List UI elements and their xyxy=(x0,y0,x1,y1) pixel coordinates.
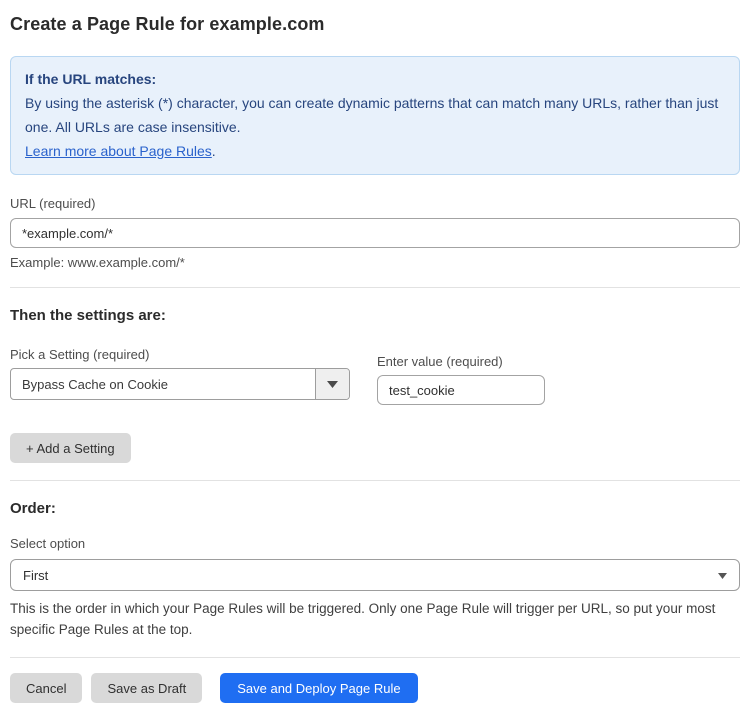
order-select-label: Select option xyxy=(10,536,740,551)
create-page-rule-form: Create a Page Rule for example.com If th… xyxy=(0,0,750,703)
footer-actions: Cancel Save as Draft Save and Deploy Pag… xyxy=(10,673,740,703)
chevron-down-icon[interactable] xyxy=(315,369,349,399)
order-select[interactable]: First xyxy=(10,559,740,591)
divider-middle xyxy=(10,480,740,481)
url-label: URL (required) xyxy=(10,196,740,211)
settings-heading: Then the settings are: xyxy=(10,307,740,324)
setting-select-value: Bypass Cache on Cookie xyxy=(11,369,315,399)
order-helper-text: This is the order in which your Page Rul… xyxy=(10,598,740,640)
divider-top xyxy=(10,287,740,288)
setting-select-group: Pick a Setting (required) Bypass Cache o… xyxy=(10,347,350,400)
url-section: URL (required) Example: www.example.com/… xyxy=(10,196,740,270)
url-match-info-box: If the URL matches: By using the asteris… xyxy=(10,56,740,175)
order-heading: Order: xyxy=(10,500,740,517)
setting-value-label: Enter value (required) xyxy=(377,354,545,369)
info-box-body: By using the asterisk (*) character, you… xyxy=(25,91,725,139)
page-title: Create a Page Rule for example.com xyxy=(10,14,740,35)
setting-select[interactable]: Bypass Cache on Cookie xyxy=(10,368,350,400)
order-select-value: First xyxy=(23,568,48,583)
cancel-button[interactable]: Cancel xyxy=(10,673,82,703)
info-box-link-line: Learn more about Page Rules. xyxy=(25,139,725,163)
chevron-down-icon xyxy=(718,566,727,584)
save-deploy-button[interactable]: Save and Deploy Page Rule xyxy=(220,673,417,703)
setting-value-group: Enter value (required) xyxy=(377,354,545,405)
save-draft-button[interactable]: Save as Draft xyxy=(91,673,202,703)
divider-bottom xyxy=(10,657,740,658)
link-period: . xyxy=(212,143,216,159)
setting-select-label: Pick a Setting (required) xyxy=(10,347,350,362)
info-box-heading: If the URL matches: xyxy=(25,67,725,91)
settings-row: Pick a Setting (required) Bypass Cache o… xyxy=(10,347,740,405)
setting-value-input[interactable] xyxy=(377,375,545,405)
learn-more-link[interactable]: Learn more about Page Rules xyxy=(25,143,212,159)
url-input[interactable] xyxy=(10,218,740,248)
url-example-helper: Example: www.example.com/* xyxy=(10,255,740,270)
add-setting-button[interactable]: + Add a Setting xyxy=(10,433,131,463)
